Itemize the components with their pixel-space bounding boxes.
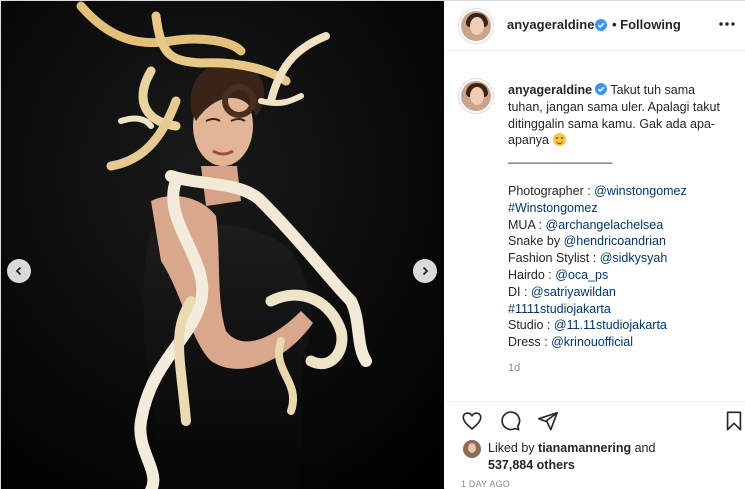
- instagram-post: anyageraldine • Following anyageraldine …: [0, 0, 745, 489]
- caption-line: Takut tuh sama: [610, 83, 696, 97]
- caption-line: apanya: [508, 133, 550, 148]
- credit-mention-link[interactable]: @oca_ps: [555, 268, 608, 282]
- comment-timestamp[interactable]: 1d: [508, 360, 733, 377]
- caption-line: ditinggalin sama kamu. Gak ada apa-: [508, 116, 716, 131]
- credit-line: Studio : @11.11studiojakarta: [508, 317, 733, 334]
- post-date[interactable]: 1 DAY AGO: [461, 479, 510, 489]
- credit-label: DI :: [508, 284, 531, 299]
- bookmark-icon[interactable]: [723, 410, 745, 432]
- action-bar: [445, 401, 745, 437]
- likes-count[interactable]: 537,884 others: [488, 458, 575, 472]
- previous-slide-button[interactable]: [7, 259, 31, 283]
- credit-label: MUA :: [508, 217, 546, 232]
- grinning-sweat-emoji-icon: [552, 133, 566, 147]
- caption-username[interactable]: anyageraldine: [508, 83, 592, 97]
- credit-line: #1111studiojakarta: [508, 301, 733, 318]
- next-slide-button[interactable]: [413, 259, 437, 283]
- credit-line: Fashion Stylist : @sidkysyah: [508, 250, 733, 267]
- more-horizontal-icon[interactable]: [717, 14, 737, 34]
- credit-mention-link[interactable]: @krinouofficial: [551, 335, 633, 349]
- chevron-left-icon: [15, 266, 22, 276]
- caption-line: tuhan, jangan sama uler. Apalagi takut: [508, 99, 720, 114]
- credit-mention-link[interactable]: @11.11studiojakarta: [554, 318, 667, 332]
- paper-plane-icon[interactable]: [537, 410, 559, 432]
- credit-mention-link[interactable]: #1111studiojakarta: [508, 302, 611, 316]
- post-photo: [1, 1, 444, 489]
- liked-by-prefix: Liked by: [488, 441, 539, 455]
- heart-icon[interactable]: [461, 410, 483, 432]
- caption-divider: _______________: [508, 150, 613, 165]
- caption-text: anyageraldine Takut tuh sama tuhan, jang…: [508, 82, 733, 377]
- credit-mention-link[interactable]: #Winstongomez: [508, 201, 598, 215]
- credit-mention-link[interactable]: @winstongomez: [594, 184, 687, 198]
- caption-author-avatar[interactable]: [459, 79, 493, 113]
- credit-mention-link[interactable]: @hendricoandrian: [564, 234, 666, 248]
- author-avatar[interactable]: [459, 9, 493, 43]
- following-button[interactable]: • Following: [612, 17, 681, 32]
- credit-mention-link[interactable]: @sidkysyah: [600, 251, 668, 265]
- credit-line: Dress : @krinouofficial: [508, 334, 733, 351]
- credit-line: Snake by @hendricoandrian: [508, 233, 733, 250]
- credit-label: Hairdo :: [508, 267, 556, 282]
- credit-line: DI : @satriyawildan: [508, 284, 733, 301]
- likes-summary: Liked by tianamannering and 537,884 othe…: [445, 438, 745, 474]
- comment-icon[interactable]: [499, 410, 521, 432]
- credit-line: Hairdo : @oca_ps: [508, 267, 733, 284]
- credit-mention-link[interactable]: @satriyawildan: [531, 285, 616, 299]
- credit-label: Fashion Stylist :: [508, 251, 600, 266]
- credit-mention-link[interactable]: @archangelachelsea: [546, 218, 664, 232]
- credit-label: Studio :: [508, 318, 554, 333]
- post-side-panel: anyageraldine • Following anyageraldine …: [445, 1, 745, 489]
- caption-comment: anyageraldine Takut tuh sama tuhan, jang…: [445, 52, 745, 392]
- credit-line: MUA : @archangelachelsea: [508, 217, 733, 234]
- post-media[interactable]: [1, 1, 444, 489]
- liked-by-text: Liked by tianamannering and: [488, 441, 655, 455]
- liker-username[interactable]: tianamannering: [538, 441, 631, 455]
- liked-by-suffix: and: [631, 441, 656, 455]
- credit-label: Photographer :: [508, 183, 595, 198]
- credit-label: Dress :: [508, 335, 552, 350]
- chevron-right-icon: [422, 266, 429, 276]
- author-username[interactable]: anyageraldine: [507, 17, 594, 32]
- credit-label: Snake by: [508, 234, 564, 249]
- credits-list: Photographer : @winstongomez #Winstongome…: [508, 183, 733, 351]
- verified-badge-icon: [595, 19, 607, 31]
- credit-line: #Winstongomez: [508, 200, 733, 217]
- post-header: anyageraldine • Following: [445, 1, 745, 51]
- verified-badge-icon: [595, 83, 608, 95]
- credit-line: Photographer : @winstongomez: [508, 183, 733, 200]
- liker-avatar[interactable]: [463, 440, 481, 458]
